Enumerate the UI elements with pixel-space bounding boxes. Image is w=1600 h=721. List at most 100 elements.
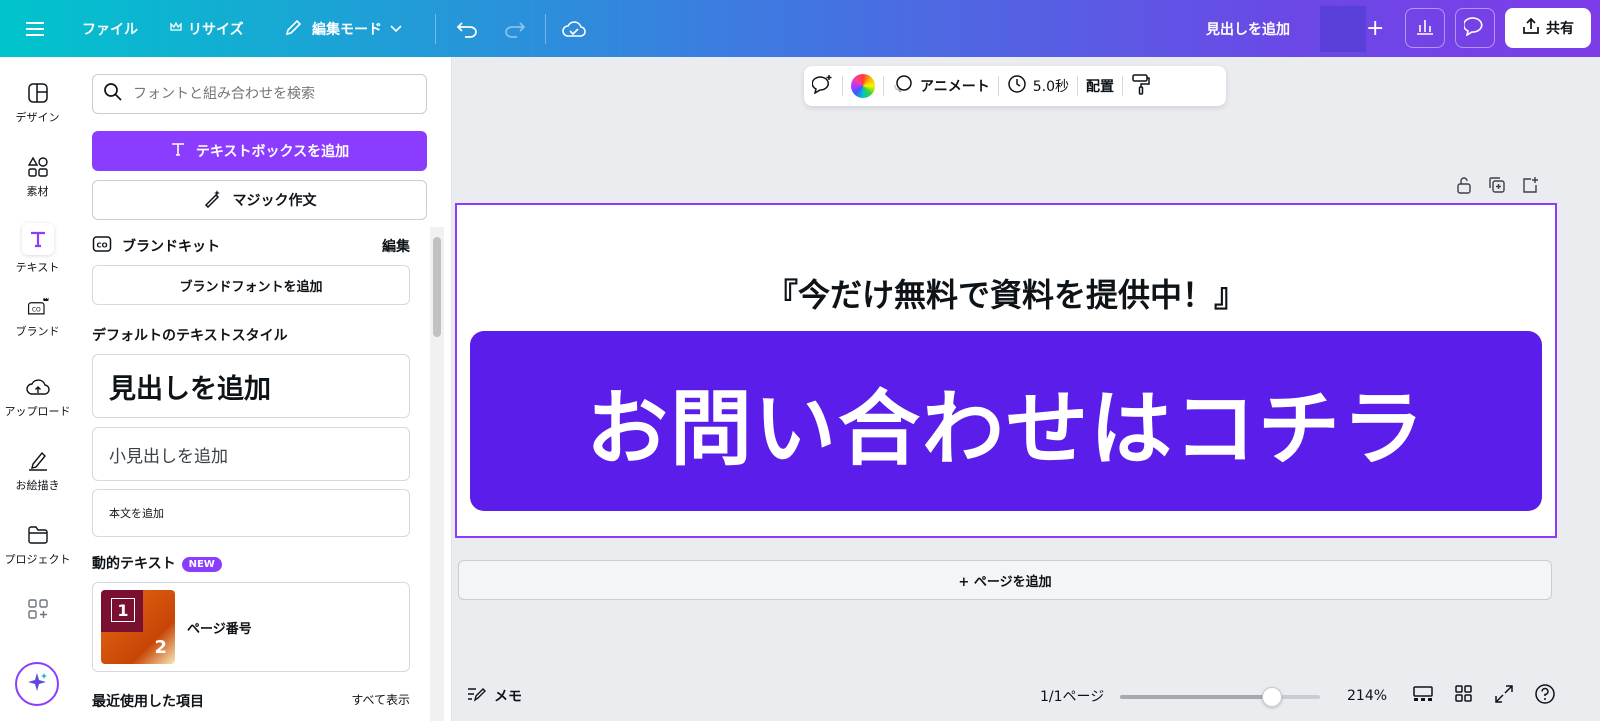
- rail-item-apps[interactable]: [0, 597, 75, 625]
- text-icon: [170, 141, 186, 161]
- rail-item-label: テキスト: [15, 261, 60, 274]
- draw-icon: [26, 449, 50, 473]
- new-badge: NEW: [181, 556, 222, 572]
- edit-mode-dropdown[interactable]: 編集モード: [284, 0, 402, 57]
- resize-button[interactable]: リサイズ: [170, 0, 244, 57]
- plus-icon[interactable]: +: [1366, 0, 1384, 57]
- menu-icon[interactable]: [26, 0, 46, 57]
- cta-banner[interactable]: お問い合わせはコチラ: [470, 331, 1542, 511]
- rail-item-text[interactable]: テキスト: [0, 223, 75, 275]
- page-number-card[interactable]: 1 2 ページ番号: [92, 582, 410, 672]
- dynamic-text-label: 動的テキスト: [92, 556, 176, 572]
- add-textbox-button[interactable]: テキストボックスを追加: [92, 131, 427, 171]
- pencil-icon: [284, 17, 304, 41]
- bottom-bar: メモ 1/1ページ 214%: [452, 671, 1600, 721]
- add-subheading-button[interactable]: 小見出しを追加: [92, 427, 410, 481]
- zoom-slider[interactable]: [1120, 687, 1320, 707]
- grid-view-icon[interactable]: [1454, 685, 1474, 707]
- comment-icon: [1462, 16, 1486, 40]
- add-page-icon[interactable]: [1521, 176, 1539, 198]
- recent-title: 最近使用した項目: [92, 694, 204, 710]
- panel-scrollbar[interactable]: [430, 227, 444, 721]
- panel-scroll-area[interactable]: CO ブランドキット 編集 ブランドフォントを追加 デフォルトのテキストスタイル…: [75, 227, 430, 721]
- help-icon[interactable]: [1534, 683, 1556, 709]
- rail-item-projects[interactable]: プロジェクト: [0, 523, 75, 567]
- page-number-thumbnail: 1 2: [101, 590, 175, 664]
- headline-text[interactable]: 『今だけ無料で資料を提供中！』: [456, 270, 1556, 316]
- magic-assistant-button[interactable]: [15, 662, 59, 706]
- brand-kit-row: CO ブランドキット 編集: [92, 235, 410, 257]
- design-page[interactable]: 『今だけ無料で資料を提供中！』 お問い合わせはコチラ: [455, 203, 1557, 538]
- default-styles-title: デフォルトのテキストスタイル: [92, 328, 288, 344]
- magic-write-button[interactable]: マジック作文: [92, 180, 427, 220]
- duplicate-page-icon[interactable]: [1487, 176, 1507, 198]
- notes-button[interactable]: メモ: [466, 685, 522, 707]
- add-heading-quick[interactable]: 見出しを追加: [1206, 0, 1290, 57]
- comments-button[interactable]: [1455, 8, 1495, 48]
- context-toolbar: アニメート 5.0秒 配置: [804, 66, 1226, 106]
- cloud-saved-icon[interactable]: [562, 0, 586, 57]
- add-comment-button[interactable]: [804, 66, 842, 106]
- rail-item-brand[interactable]: CO ブランド: [0, 295, 75, 339]
- show-all-link[interactable]: すべて表示: [351, 691, 410, 711]
- page-indicator[interactable]: 1/1ページ: [1040, 686, 1104, 706]
- search-input[interactable]: [133, 86, 413, 102]
- position-label: 配置: [1086, 79, 1114, 95]
- shapes-icon: [26, 155, 50, 179]
- paint-roller-icon: [1131, 73, 1151, 99]
- add-subheading-label: 小見出しを追加: [109, 446, 228, 467]
- rail-item-label: 素材: [26, 185, 49, 198]
- zoom-slider-thumb[interactable]: [1262, 687, 1282, 707]
- rail-item-label: ブランド: [15, 325, 60, 338]
- page-number-thumb-second: 2: [154, 637, 167, 658]
- brand-icon: CO: [26, 295, 50, 319]
- avatar[interactable]: [1320, 6, 1366, 52]
- position-button[interactable]: 配置: [1078, 66, 1122, 106]
- add-textbox-label: テキストボックスを追加: [195, 144, 350, 160]
- rail-item-design[interactable]: デザイン: [0, 81, 75, 125]
- page-view-icon[interactable]: [1412, 685, 1434, 707]
- page-number-thumb-first: 1: [111, 598, 135, 622]
- color-wheel-icon: [851, 74, 875, 98]
- brand-kit-label: ブランドキット: [122, 239, 220, 255]
- duration-button[interactable]: 5.0秒: [999, 66, 1077, 106]
- cta-text[interactable]: お問い合わせはコチラ: [586, 362, 1426, 481]
- rail-item-uploads[interactable]: アップロード: [0, 375, 75, 419]
- edit-mode-label: 編集モード: [312, 21, 382, 38]
- lock-icon[interactable]: [1455, 176, 1473, 198]
- layout-icon: [26, 81, 50, 105]
- color-picker-button[interactable]: [843, 66, 883, 106]
- page-number-label: ページ番号: [187, 621, 252, 637]
- share-button[interactable]: 共有: [1505, 8, 1591, 48]
- rail-item-elements[interactable]: 素材: [0, 155, 75, 199]
- search-field[interactable]: [92, 74, 427, 114]
- magic-wand-icon: [203, 188, 223, 212]
- crown-icon: [170, 21, 182, 37]
- redo-icon[interactable]: [504, 0, 526, 57]
- brand-kit-edit-link[interactable]: 編集: [382, 236, 410, 256]
- bar-chart-icon: [1415, 17, 1435, 39]
- add-body-label: 本文を追加: [109, 507, 164, 520]
- add-body-button[interactable]: 本文を追加: [92, 489, 410, 537]
- add-page-button[interactable]: + ページを追加: [458, 560, 1552, 600]
- add-heading-button[interactable]: 見出しを追加: [92, 354, 410, 418]
- divider: [435, 14, 436, 44]
- file-menu[interactable]: ファイル: [82, 0, 138, 57]
- divider: [545, 14, 546, 44]
- insights-button[interactable]: [1405, 8, 1445, 48]
- rail-item-draw[interactable]: お絵描き: [0, 449, 75, 493]
- comment-add-icon: [811, 74, 834, 98]
- scrollbar-thumb[interactable]: [433, 237, 441, 337]
- copy-style-button[interactable]: [1123, 66, 1159, 106]
- notes-icon: [466, 685, 486, 707]
- add-brand-font-button[interactable]: ブランドフォントを追加: [92, 265, 410, 305]
- animate-button[interactable]: アニメート: [884, 66, 998, 106]
- zoom-level[interactable]: 214%: [1347, 688, 1387, 704]
- undo-icon[interactable]: [456, 0, 478, 57]
- cloud-upload-icon: [25, 375, 50, 399]
- upload-icon: [1522, 17, 1540, 39]
- rail-item-label: お絵描き: [15, 479, 60, 492]
- add-page-label: + ページを追加: [958, 574, 1052, 590]
- zoom-slider-fill: [1120, 695, 1272, 699]
- fullscreen-icon[interactable]: [1494, 684, 1514, 708]
